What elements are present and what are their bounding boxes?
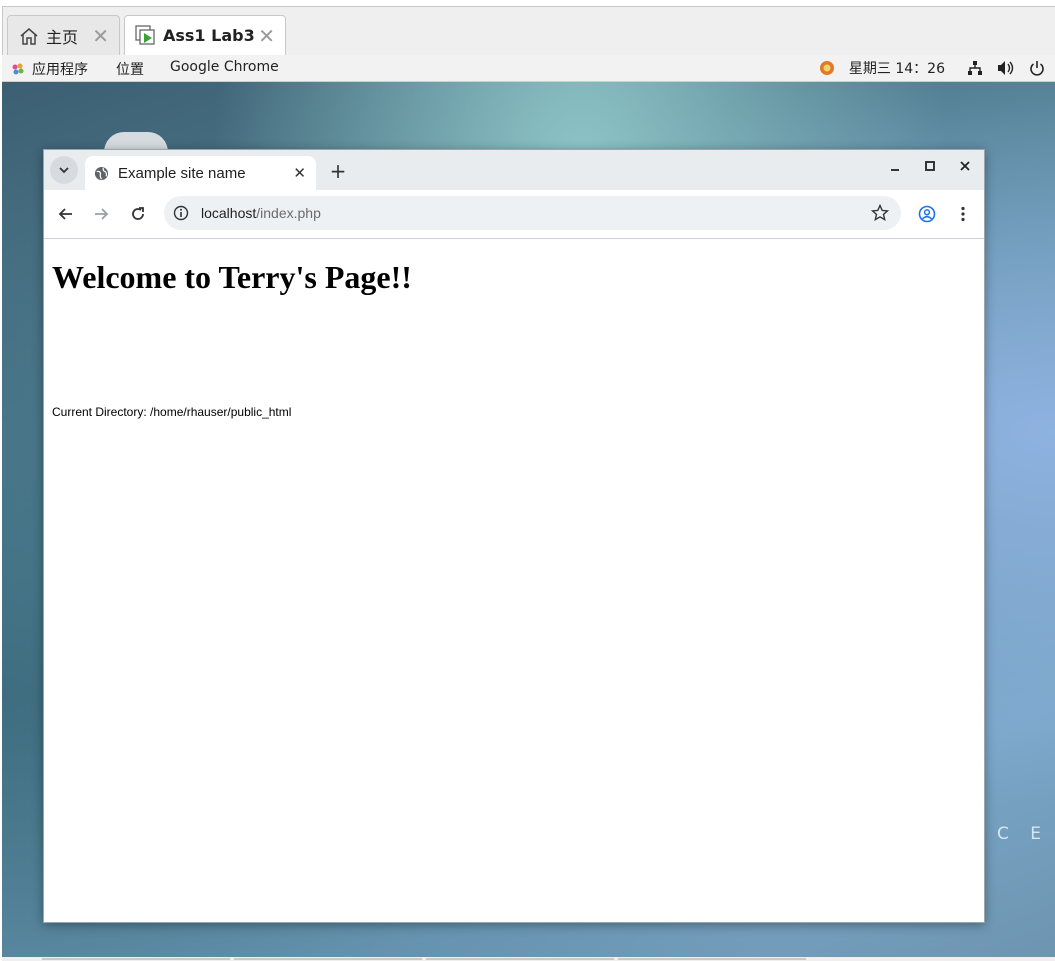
- applications-label: 应用程序: [32, 62, 88, 78]
- applications-menu[interactable]: 应用程序: [10, 59, 88, 79]
- desktop-watermark: C E: [996, 824, 1049, 844]
- url-path: /index.php: [256, 205, 321, 221]
- notification-icon[interactable]: [819, 60, 835, 76]
- forward-button[interactable]: [90, 203, 112, 225]
- applications-icon: [12, 63, 24, 75]
- browser-tab[interactable]: Example site name ✕: [85, 156, 316, 190]
- reload-button[interactable]: [127, 203, 149, 225]
- profile-button[interactable]: [916, 203, 938, 225]
- minimize-icon: [891, 169, 899, 171]
- active-app-menu[interactable]: Google Chrome: [170, 59, 279, 75]
- vm-tab-strip: 主页 ✕ Ass1 Lab3 ✕: [2, 6, 1055, 56]
- new-tab-button[interactable]: +: [327, 159, 349, 183]
- maximize-icon: [925, 161, 935, 171]
- profile-icon: [918, 205, 936, 223]
- address-url: localhost/index.php: [201, 205, 321, 221]
- power-icon[interactable]: [1029, 60, 1045, 76]
- status-area: 星期三 14：26: [805, 58, 1045, 78]
- minimize-button[interactable]: [885, 160, 905, 176]
- url-host: localhost: [201, 205, 257, 221]
- close-icon[interactable]: ✕: [92, 24, 109, 48]
- vm-play-icon: [135, 24, 157, 47]
- close-window-button[interactable]: [955, 160, 975, 176]
- maximize-button[interactable]: [920, 160, 940, 176]
- vm-tab-ass1-lab3-label: Ass1 Lab3: [163, 26, 255, 45]
- arrow-right-icon: [95, 208, 109, 220]
- current-directory-text: Current Directory: /home/rhauser/public_…: [52, 405, 292, 419]
- globe-icon: [94, 165, 110, 181]
- vm-tab-ass1-lab3[interactable]: Ass1 Lab3 ✕: [124, 15, 286, 55]
- menu-button[interactable]: [952, 203, 974, 225]
- home-icon: [18, 25, 40, 47]
- browser-window: Example site name ✕ + localhost/index.ph…: [43, 149, 985, 923]
- address-bar[interactable]: localhost/index.php: [164, 196, 901, 230]
- more-vertical-icon: [961, 206, 965, 222]
- volume-icon[interactable]: [997, 60, 1015, 76]
- places-label: 位置: [116, 62, 144, 78]
- page-heading: Welcome to Terry's Page!!: [52, 259, 412, 295]
- network-icon[interactable]: [967, 60, 983, 76]
- arrow-left-icon: [58, 208, 72, 220]
- close-tab-icon[interactable]: ✕: [293, 164, 306, 182]
- browser-tab-title: Example site name: [118, 164, 246, 182]
- vm-tab-home[interactable]: 主页 ✕: [7, 15, 120, 55]
- clock[interactable]: 星期三 14：26: [849, 58, 945, 78]
- site-info-icon[interactable]: [172, 204, 190, 222]
- bookmark-star-icon[interactable]: [870, 203, 890, 222]
- vm-tab-home-label: 主页: [46, 27, 79, 47]
- taskbar-strip: [2, 957, 1055, 961]
- active-app-label: Google Chrome: [170, 59, 279, 75]
- browser-tab-strip: Example site name ✕ +: [44, 150, 984, 190]
- close-icon[interactable]: ✕: [258, 24, 275, 48]
- tab-search-button[interactable]: [50, 156, 78, 184]
- close-icon: [960, 161, 970, 171]
- reload-icon: [132, 207, 144, 220]
- browser-toolbar: localhost/index.php: [44, 190, 984, 239]
- chevron-down-icon: [59, 167, 69, 174]
- web-page-content: Welcome to Terry's Page!! Current Direct…: [44, 239, 984, 922]
- places-menu[interactable]: 位置: [116, 59, 144, 79]
- gnome-top-bar: 应用程序 位置 Google Chrome 星期三 14：26: [2, 55, 1055, 82]
- back-button[interactable]: [55, 203, 77, 225]
